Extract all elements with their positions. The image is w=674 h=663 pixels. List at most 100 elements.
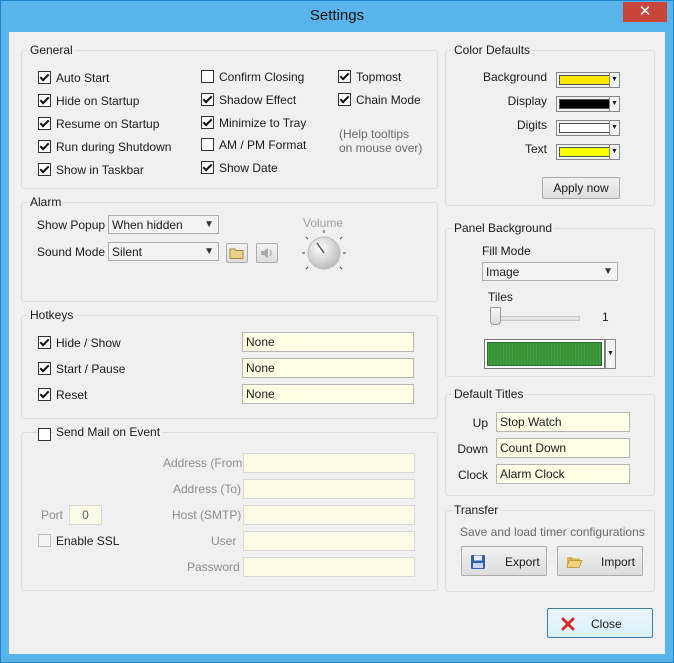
volume-label: Volume (303, 216, 344, 230)
resume-on-startup-label: Resume on Startup (56, 117, 160, 131)
apply-now-button[interactable]: Apply now (542, 177, 620, 199)
sound-mode-select[interactable]: Silent ▼ (108, 242, 219, 261)
close-button[interactable]: Close (547, 608, 653, 638)
confirm-closing-label: Confirm Closing (219, 70, 305, 84)
fill-mode-value: Image (486, 265, 520, 279)
alarm-legend: Alarm (28, 195, 64, 209)
hide-on-startup-checkbox[interactable] (38, 94, 51, 107)
shadow-effect-checkbox[interactable] (201, 93, 214, 106)
auto-start-label: Auto Start (56, 71, 110, 85)
auto-start-checkbox[interactable] (38, 71, 51, 84)
port-input[interactable]: 0 (69, 505, 102, 525)
address-from-input[interactable] (243, 453, 415, 473)
user-label: User (211, 534, 237, 548)
text-color-label: Text (524, 142, 547, 156)
topmost-checkbox[interactable] (338, 70, 351, 83)
user-input[interactable] (243, 531, 415, 551)
color-defaults-legend: Color Defaults (452, 43, 533, 57)
run-during-shutdown-checkbox[interactable] (38, 140, 51, 153)
minimize-to-tray-label: Minimize to Tray (219, 116, 307, 130)
am-pm-format-checkbox[interactable] (201, 138, 214, 151)
show-in-taskbar-checkbox[interactable] (38, 163, 51, 176)
background-color-label: Background (482, 70, 547, 84)
topmost-label: Topmost (356, 70, 402, 84)
show-popup-label: Show Popup (37, 218, 106, 232)
down-title-input[interactable]: Count Down (496, 438, 630, 458)
show-date-checkbox[interactable] (201, 161, 214, 174)
chevron-down-icon: ▼ (607, 350, 614, 357)
chevron-down-icon: ▼ (611, 124, 618, 131)
export-button[interactable]: Export (461, 546, 547, 576)
reset-hotkey-input[interactable]: None (242, 384, 414, 404)
start-pause-hotkey-checkbox[interactable] (38, 362, 51, 375)
host-smtp-input[interactable] (243, 505, 415, 525)
color-defaults-group: Color Defaults Background ▼ Display ▼ Di… (445, 43, 655, 206)
display-color-dropdown[interactable]: ▼ (609, 96, 620, 112)
confirm-closing-checkbox[interactable] (201, 70, 214, 83)
up-title-input[interactable]: Stop Watch (496, 412, 630, 432)
digits-color-swatch[interactable] (556, 120, 616, 136)
chevron-down-icon: ▼ (204, 246, 214, 257)
background-color-fill (559, 75, 613, 85)
host-smtp-label: Host (SMTP) (172, 508, 242, 522)
tiles-value: 1 (602, 310, 609, 324)
panel-background-dropdown[interactable]: ▼ (605, 339, 616, 369)
default-titles-group: Default Titles Up Stop Watch Down Count … (445, 387, 655, 496)
settings-window: Settings ✕ General Auto Start Hide on St… (0, 0, 674, 663)
floppy-disk-icon (471, 555, 485, 569)
browse-sound-button[interactable] (226, 243, 248, 263)
display-color-swatch[interactable] (556, 96, 616, 112)
minimize-to-tray-checkbox[interactable] (201, 116, 214, 129)
clock-title-input[interactable]: Alarm Clock (496, 464, 630, 484)
chain-mode-checkbox[interactable] (338, 93, 351, 106)
play-sound-button[interactable] (256, 243, 278, 263)
background-color-swatch[interactable] (556, 72, 616, 88)
password-input[interactable] (243, 557, 415, 577)
folder-open-icon (566, 557, 583, 568)
show-popup-select[interactable]: When hidden ▼ (108, 215, 219, 234)
import-label: Import (601, 555, 636, 569)
down-title-label: Down (457, 442, 488, 456)
enable-ssl-checkbox[interactable] (38, 534, 51, 547)
hide-show-hotkey-checkbox[interactable] (38, 336, 51, 349)
fill-mode-label: Fill Mode (482, 244, 531, 258)
panel-background-preview[interactable] (484, 339, 605, 369)
send-mail-checkbox[interactable] (38, 428, 51, 441)
text-color-swatch[interactable] (556, 144, 616, 160)
hotkeys-legend: Hotkeys (28, 308, 76, 322)
tiles-label: Tiles (488, 290, 513, 304)
volume-knob[interactable] (300, 229, 348, 277)
am-pm-format-label: AM / PM Format (219, 138, 307, 152)
start-pause-hotkey-label: Start / Pause (56, 362, 126, 376)
folder-icon (229, 248, 244, 259)
hide-show-hotkey-input[interactable]: None (242, 332, 414, 352)
text-color-dropdown[interactable]: ▼ (609, 144, 620, 160)
general-group: General Auto Start Hide on Startup Resum… (21, 43, 438, 189)
clock-title-label: Clock (457, 468, 488, 482)
chevron-down-icon: ▼ (603, 266, 613, 277)
background-color-dropdown[interactable]: ▼ (609, 72, 620, 88)
chevron-down-icon: ▼ (611, 76, 618, 83)
display-color-label: Display (507, 94, 547, 108)
display-color-fill (559, 99, 613, 109)
password-label: Password (187, 560, 240, 574)
hide-show-hotkey-label: Hide / Show (56, 336, 121, 350)
hide-on-startup-label: Hide on Startup (56, 94, 140, 108)
import-button[interactable]: Import (557, 546, 643, 576)
chevron-down-icon: ▼ (611, 148, 618, 155)
digits-color-dropdown[interactable]: ▼ (609, 120, 620, 136)
dialog-client-area: General Auto Start Hide on Startup Resum… (9, 32, 665, 654)
address-from-label: Address (From) (163, 456, 247, 470)
resume-on-startup-checkbox[interactable] (38, 117, 51, 130)
fill-mode-select[interactable]: Image ▼ (482, 262, 618, 281)
enable-ssl-label: Enable SSL (56, 534, 120, 548)
start-pause-hotkey-input[interactable]: None (242, 358, 414, 378)
reset-hotkey-checkbox[interactable] (38, 388, 51, 401)
tiles-slider-thumb[interactable] (490, 307, 501, 325)
default-titles-legend: Default Titles (452, 387, 526, 401)
chevron-down-icon: ▼ (611, 100, 618, 107)
window-close-button[interactable]: ✕ (623, 2, 667, 22)
help-tooltips-hint-line2: on mouse over) (339, 141, 423, 155)
address-to-input[interactable] (243, 479, 415, 499)
tiles-slider-track[interactable] (490, 316, 580, 321)
